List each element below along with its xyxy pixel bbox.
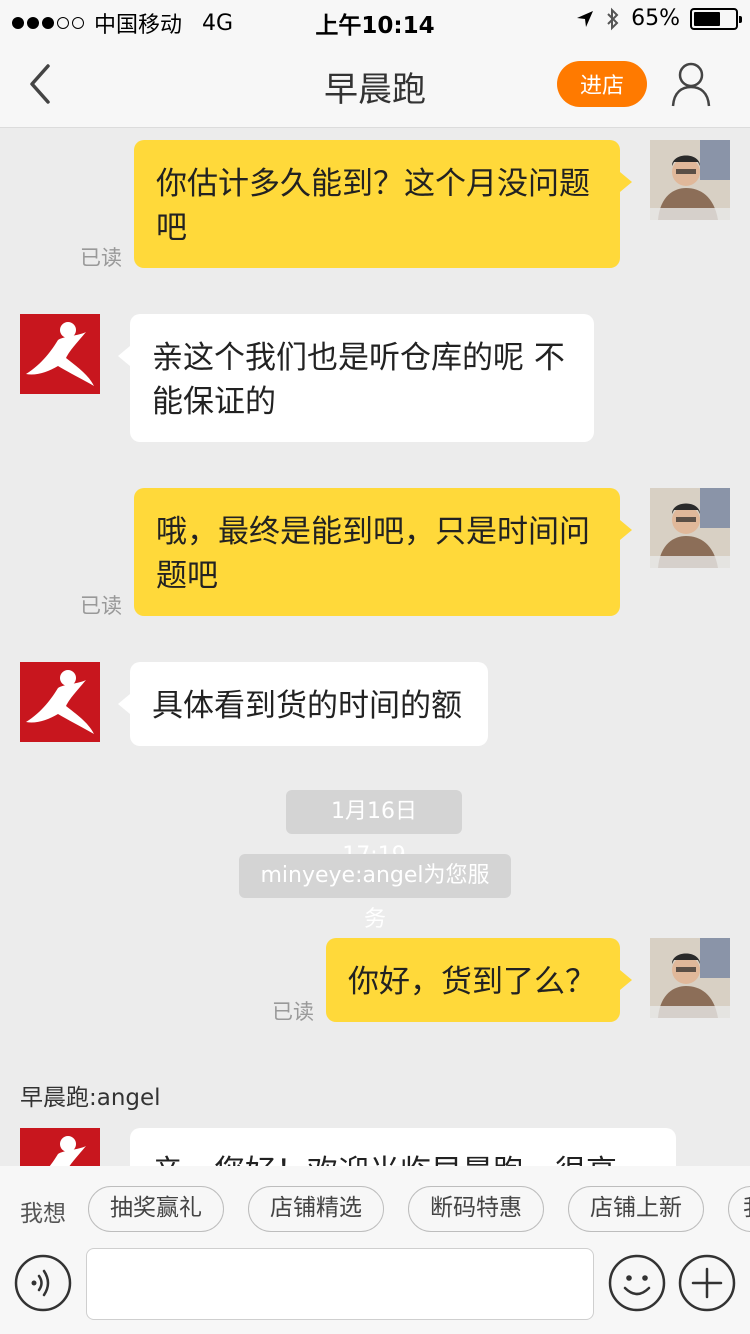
timestamp-pill: 1月16日 17:19 — [286, 790, 462, 868]
location-arrow-icon — [577, 10, 594, 27]
quick-reply-chip-1[interactable]: 抽奖赢礼 — [88, 1186, 224, 1232]
quick-reply-chip-3[interactable]: 断码特惠 — [408, 1186, 544, 1232]
service-notice-pill: minyeye:angel为您服务 — [239, 854, 511, 932]
status-bar: 中国移动 4G 上午10:14 65% — [0, 0, 750, 40]
input-bar — [0, 1240, 750, 1334]
sender-name: 早晨跑:angel — [20, 1085, 161, 1111]
shop-avatar-1[interactable] — [20, 314, 100, 394]
shop-avatar-2[interactable] — [20, 662, 100, 742]
message-bubble-4[interactable]: 具体看到货的时间的额 — [118, 662, 488, 746]
quick-reply-bar: 我想 抽奖赢礼 店铺精选 断码特惠 店铺上新 我 — [0, 1166, 750, 1250]
quick-reply-chip-2[interactable]: 店铺精选 — [248, 1186, 384, 1232]
quick-reply-chip-5[interactable]: 我 — [728, 1186, 750, 1232]
battery-icon — [690, 7, 742, 30]
chat-screen: 中国移动 4G 上午10:14 65% 早晨跑 进店 你估计多久能到？这个月没问… — [0, 0, 750, 1334]
plus-icon[interactable] — [678, 1254, 736, 1312]
battery-level — [694, 11, 720, 26]
read-status-1: 已读 — [80, 246, 122, 270]
message-bubble-2[interactable]: 亲这个我们也是听仓库的呢 不能保证的 — [118, 314, 594, 442]
message-text-1: 你估计多久能到？这个月没问题吧 — [156, 166, 590, 246]
read-status-5: 已读 — [272, 1000, 314, 1024]
user-avatar-3[interactable] — [650, 938, 730, 1018]
quick-reply-label: 我想 — [20, 1201, 66, 1227]
bluetooth-icon — [607, 7, 619, 30]
message-text-3: 哦，最终是能到吧，只是时间问题吧 — [156, 514, 590, 594]
message-bubble-5[interactable]: 你好，货到了么？ — [326, 938, 632, 1022]
message-bubble-3[interactable]: 哦，最终是能到吧，只是时间问题吧 — [134, 488, 632, 616]
profile-icon[interactable] — [670, 60, 712, 108]
message-bubble-1[interactable]: 你估计多久能到？这个月没问题吧 — [134, 140, 632, 268]
user-avatar-1[interactable] — [650, 140, 730, 220]
battery-percent: 65% — [631, 6, 680, 31]
voice-input-icon[interactable] — [14, 1254, 72, 1312]
emoji-icon[interactable] — [608, 1254, 666, 1312]
nav-bar: 早晨跑 进店 — [0, 40, 750, 128]
user-avatar-2[interactable] — [650, 488, 730, 568]
enter-shop-button[interactable]: 进店 — [557, 61, 647, 107]
message-input[interactable] — [86, 1248, 594, 1320]
message-text-2: 亲这个我们也是听仓库的呢 不能保证的 — [152, 340, 565, 420]
message-text-4: 具体看到货的时间的额 — [152, 688, 462, 724]
message-text-5: 你好，货到了么？ — [348, 964, 596, 1000]
quick-reply-chip-4[interactable]: 店铺上新 — [568, 1186, 704, 1232]
read-status-3: 已读 — [80, 594, 122, 618]
